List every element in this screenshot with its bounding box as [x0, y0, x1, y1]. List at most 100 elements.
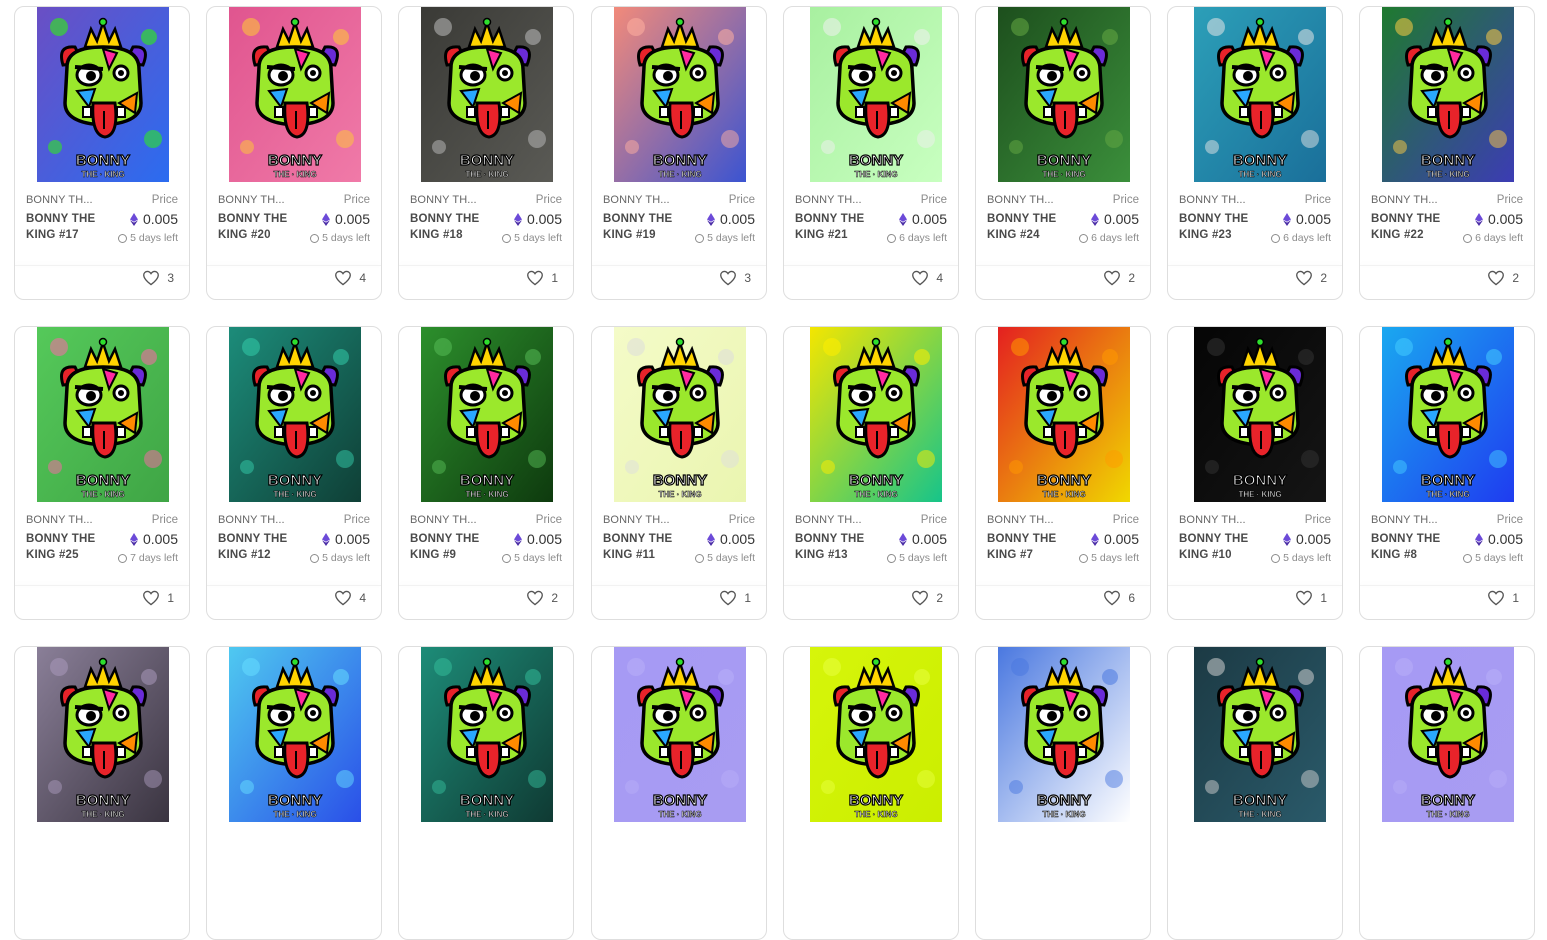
like-button[interactable]: 1: [719, 590, 751, 606]
heart-icon[interactable]: [1487, 270, 1505, 286]
nft-card[interactable]: BONNY THE · KING: [591, 646, 767, 940]
like-button[interactable]: 4: [334, 590, 366, 606]
nft-card[interactable]: BONNY THE · KING: [783, 646, 959, 940]
heart-icon[interactable]: [719, 590, 737, 606]
like-button[interactable]: 2: [1487, 270, 1519, 286]
nft-card[interactable]: BONNY THE · KING BONNY TH... Price BONNY…: [398, 326, 574, 620]
nft-card[interactable]: BONNY THE · KING BONNY TH... Price BONNY…: [398, 6, 574, 300]
nft-card[interactable]: BONNY THE · KING BONNY TH... Price BONNY…: [783, 326, 959, 620]
nft-artwork-image[interactable]: BONNY THE · KING: [37, 647, 169, 822]
item-name[interactable]: BONNY THE KING #20: [218, 211, 300, 243]
nft-artwork-image[interactable]: BONNY THE · KING: [421, 327, 553, 502]
collection-name[interactable]: BONNY TH...: [26, 514, 93, 526]
heart-icon[interactable]: [719, 270, 737, 286]
heart-icon[interactable]: [526, 270, 544, 286]
nft-artwork-image[interactable]: BONNY THE · KING: [421, 647, 553, 822]
nft-artwork-image[interactable]: BONNY THE · KING: [810, 647, 942, 822]
like-button[interactable]: 4: [911, 270, 943, 286]
heart-icon[interactable]: [911, 590, 929, 606]
item-name[interactable]: BONNY THE KING #8: [1371, 531, 1453, 563]
item-name[interactable]: BONNY THE KING #11: [603, 531, 685, 563]
like-button[interactable]: 1: [1487, 590, 1519, 606]
nft-card[interactable]: BONNY THE · KING BONNY TH... Price BONNY…: [206, 6, 382, 300]
collection-name[interactable]: BONNY TH...: [218, 194, 285, 206]
collection-name[interactable]: BONNY TH...: [987, 194, 1054, 206]
nft-card[interactable]: BONNY THE · KING: [206, 646, 382, 940]
like-button[interactable]: 2: [911, 590, 943, 606]
nft-card[interactable]: BONNY THE · KING: [398, 646, 574, 940]
item-name[interactable]: BONNY THE KING #13: [795, 531, 877, 563]
like-button[interactable]: 2: [526, 590, 558, 606]
collection-name[interactable]: BONNY TH...: [987, 514, 1054, 526]
item-name[interactable]: BONNY THE KING #21: [795, 211, 877, 243]
nft-card[interactable]: BONNY THE · KING: [1359, 646, 1535, 940]
nft-artwork-image[interactable]: BONNY THE · KING: [421, 7, 553, 182]
like-button[interactable]: 4: [334, 270, 366, 286]
nft-card[interactable]: BONNY THE · KING BONNY TH... Price BONNY…: [206, 326, 382, 620]
collection-name[interactable]: BONNY TH...: [603, 514, 670, 526]
like-button[interactable]: 1: [526, 270, 558, 286]
nft-artwork-image[interactable]: BONNY THE · KING: [614, 647, 746, 822]
item-name[interactable]: BONNY THE KING #18: [410, 211, 492, 243]
nft-card[interactable]: BONNY THE · KING BONNY TH... Price BONNY…: [1359, 6, 1535, 300]
nft-artwork-image[interactable]: BONNY THE · KING: [998, 647, 1130, 822]
collection-name[interactable]: BONNY TH...: [795, 194, 862, 206]
nft-card[interactable]: BONNY THE · KING: [1167, 646, 1343, 940]
heart-icon[interactable]: [334, 270, 352, 286]
nft-artwork-image[interactable]: BONNY THE · KING: [1382, 327, 1514, 502]
like-button[interactable]: 3: [719, 270, 751, 286]
nft-artwork-image[interactable]: BONNY THE · KING: [229, 327, 361, 502]
nft-card[interactable]: BONNY THE · KING BONNY TH... Price BONNY…: [1167, 6, 1343, 300]
heart-icon[interactable]: [526, 590, 544, 606]
collection-name[interactable]: BONNY TH...: [1371, 194, 1438, 206]
nft-artwork-image[interactable]: BONNY THE · KING: [998, 7, 1130, 182]
nft-card[interactable]: BONNY THE · KING BONNY TH... Price BONNY…: [14, 326, 190, 620]
heart-icon[interactable]: [1103, 270, 1121, 286]
collection-name[interactable]: BONNY TH...: [218, 514, 285, 526]
nft-artwork-image[interactable]: BONNY THE · KING: [1194, 647, 1326, 822]
heart-icon[interactable]: [142, 270, 160, 286]
like-button[interactable]: 1: [142, 590, 174, 606]
item-name[interactable]: BONNY THE KING #22: [1371, 211, 1453, 243]
collection-name[interactable]: BONNY TH...: [1179, 514, 1246, 526]
like-button[interactable]: 2: [1103, 270, 1135, 286]
nft-artwork-image[interactable]: BONNY THE · KING: [614, 7, 746, 182]
collection-name[interactable]: BONNY TH...: [1179, 194, 1246, 206]
nft-artwork-image[interactable]: BONNY THE · KING: [229, 647, 361, 822]
heart-icon[interactable]: [1295, 590, 1313, 606]
collection-name[interactable]: BONNY TH...: [410, 194, 477, 206]
nft-card[interactable]: BONNY THE · KING BONNY TH... Price BONNY…: [591, 6, 767, 300]
heart-icon[interactable]: [911, 270, 929, 286]
collection-name[interactable]: BONNY TH...: [1371, 514, 1438, 526]
item-name[interactable]: BONNY THE KING #17: [26, 211, 108, 243]
item-name[interactable]: BONNY THE KING #7: [987, 531, 1069, 563]
collection-name[interactable]: BONNY TH...: [795, 514, 862, 526]
collection-name[interactable]: BONNY TH...: [410, 514, 477, 526]
heart-icon[interactable]: [142, 590, 160, 606]
item-name[interactable]: BONNY THE KING #9: [410, 531, 492, 563]
nft-artwork-image[interactable]: BONNY THE · KING: [37, 327, 169, 502]
like-button[interactable]: 2: [1295, 270, 1327, 286]
item-name[interactable]: BONNY THE KING #12: [218, 531, 300, 563]
nft-card[interactable]: BONNY THE · KING BONNY TH... Price BONNY…: [1359, 326, 1535, 620]
nft-artwork-image[interactable]: BONNY THE · KING: [1194, 327, 1326, 502]
nft-card[interactable]: BONNY THE · KING BONNY TH... Price BONNY…: [975, 6, 1151, 300]
item-name[interactable]: BONNY THE KING #24: [987, 211, 1069, 243]
like-button[interactable]: 3: [142, 270, 174, 286]
nft-card[interactable]: BONNY THE · KING BONNY TH... Price BONNY…: [783, 6, 959, 300]
nft-card[interactable]: BONNY THE · KING BONNY TH... Price BONNY…: [1167, 326, 1343, 620]
item-name[interactable]: BONNY THE KING #23: [1179, 211, 1261, 243]
collection-name[interactable]: BONNY TH...: [26, 194, 93, 206]
item-name[interactable]: BONNY THE KING #19: [603, 211, 685, 243]
heart-icon[interactable]: [1295, 270, 1313, 286]
nft-artwork-image[interactable]: BONNY THE · KING: [810, 327, 942, 502]
nft-artwork-image[interactable]: BONNY THE · KING: [1194, 7, 1326, 182]
nft-artwork-image[interactable]: BONNY THE · KING: [37, 7, 169, 182]
like-button[interactable]: 1: [1295, 590, 1327, 606]
heart-icon[interactable]: [1487, 590, 1505, 606]
heart-icon[interactable]: [334, 590, 352, 606]
nft-card[interactable]: BONNY THE · KING: [14, 646, 190, 940]
item-name[interactable]: BONNY THE KING #25: [26, 531, 108, 563]
nft-card[interactable]: BONNY THE · KING: [975, 646, 1151, 940]
nft-artwork-image[interactable]: BONNY THE · KING: [1382, 647, 1514, 822]
